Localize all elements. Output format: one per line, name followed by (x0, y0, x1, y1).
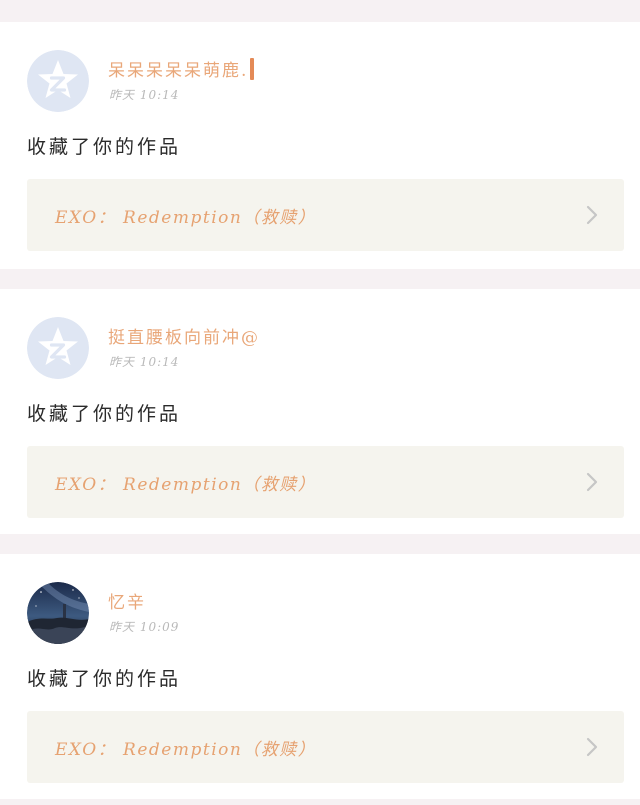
qzone-default-icon (27, 317, 89, 379)
work-link[interactable]: EXO： Redemption（救赎） (27, 446, 624, 518)
qzone-default-icon (27, 50, 89, 112)
night-sky-photo (27, 582, 89, 644)
timestamp: 昨天 10:14 (109, 88, 180, 102)
work-title: EXO： Redemption（救赎） (55, 208, 317, 228)
notification-card: 忆辛 昨天 10:09 收藏了你的作品 EXO： Redemption（救赎） (0, 554, 640, 799)
text-cursor-mark (250, 58, 255, 80)
username-link[interactable]: 挺直腰板向前冲@ (108, 323, 260, 348)
avatar[interactable] (27, 317, 89, 379)
timestamp: 昨天 10:14 (109, 355, 180, 369)
action-text: 收藏了你的作品 (27, 668, 182, 690)
work-title: EXO： Redemption（救赎） (55, 475, 317, 495)
username-link[interactable]: 忆辛 (108, 588, 146, 613)
avatar[interactable] (27, 50, 89, 112)
notification-card: 挺直腰板向前冲@ 昨天 10:14 收藏了你的作品 EXO： Redemptio… (0, 289, 640, 534)
action-text: 收藏了你的作品 (27, 136, 182, 158)
avatar[interactable] (27, 582, 89, 644)
notification-feed: 呆呆呆呆呆萌鹿. 昨天 10:14 收藏了你的作品 EXO： Redemptio… (0, 0, 640, 805)
timestamp: 昨天 10:09 (109, 620, 180, 634)
username-link[interactable]: 呆呆呆呆呆萌鹿. (108, 56, 255, 81)
chevron-right-icon (586, 472, 598, 492)
work-title: EXO： Redemption（救赎） (55, 740, 317, 760)
chevron-right-icon (586, 205, 598, 225)
username-text: 忆辛 (108, 593, 146, 613)
chevron-right-icon (586, 737, 598, 757)
username-text: 呆呆呆呆呆萌鹿. (108, 61, 249, 81)
work-link[interactable]: EXO： Redemption（救赎） (27, 179, 624, 251)
work-link[interactable]: EXO： Redemption（救赎） (27, 711, 624, 783)
action-text: 收藏了你的作品 (27, 403, 182, 425)
notification-card: 呆呆呆呆呆萌鹿. 昨天 10:14 收藏了你的作品 EXO： Redemptio… (0, 22, 640, 269)
username-text: 挺直腰板向前冲@ (108, 328, 260, 348)
